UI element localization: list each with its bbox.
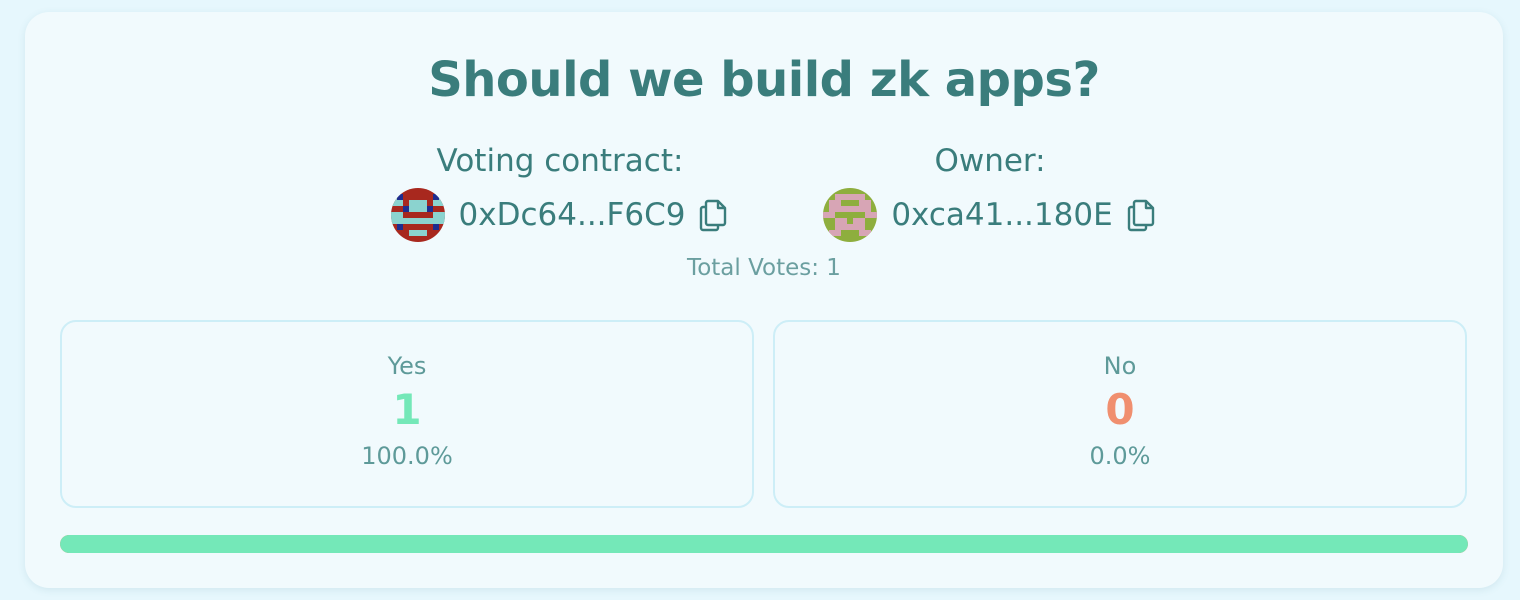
vote-progress-yes-fill [60, 535, 1468, 553]
poll-card: Should we build zk apps? Voting contract… [25, 12, 1503, 588]
no-label: No [1103, 352, 1137, 380]
vote-progress-bar [60, 535, 1468, 553]
owner-address-row: 0xca41...180E [815, 188, 1165, 242]
no-count: 0 [1105, 385, 1135, 434]
voting-contract-address-row: 0xDc64...F6C9 [370, 188, 750, 242]
total-votes: Total Votes: 1 [687, 255, 841, 281]
owner-avatar [823, 188, 878, 242]
voting-contract-label: Voting contract: [436, 143, 684, 179]
vote-no-option[interactable]: No 0 0.0% [773, 320, 1467, 508]
owner-label: Owner: [934, 143, 1046, 179]
yes-count: 1 [392, 385, 422, 434]
yes-label: Yes [387, 352, 427, 380]
copy-contract-address-icon[interactable] [699, 198, 729, 232]
owner-address: 0xca41...180E [891, 197, 1113, 233]
voting-contract-block: Voting contract: 0xDc64...F6C9 [370, 140, 750, 242]
vote-yes-option[interactable]: Yes 1 100.0% [60, 320, 754, 508]
poll-title: Should we build zk apps? [428, 52, 1100, 108]
copy-owner-address-icon[interactable] [1127, 198, 1157, 232]
owner-block: Owner: 0xca41...180E [815, 140, 1165, 242]
voting-contract-address: 0xDc64...F6C9 [458, 197, 686, 233]
contract-avatar [390, 188, 445, 242]
identicon-avatar-icon [390, 188, 445, 242]
no-percent: 0.0% [1089, 442, 1151, 470]
yes-percent: 100.0% [361, 442, 453, 470]
identicon-avatar-icon [823, 188, 878, 242]
